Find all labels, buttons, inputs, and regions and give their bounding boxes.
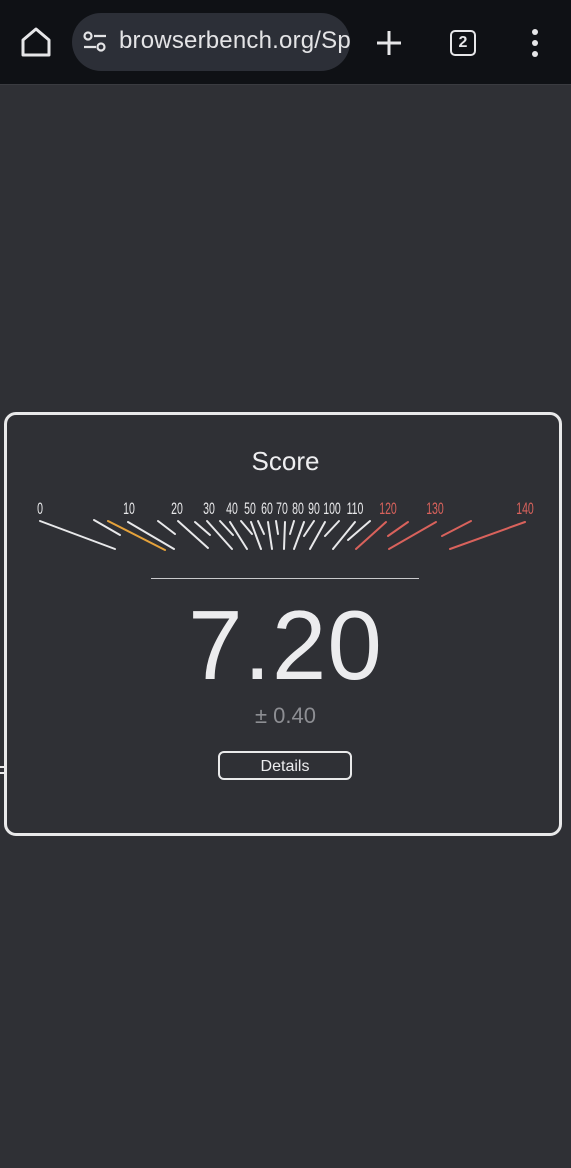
overflow-menu-button[interactable] [522, 24, 548, 62]
gauge-tick [267, 521, 273, 550]
gauge-tick [441, 520, 472, 537]
tune-icon[interactable] [82, 29, 108, 55]
gauge-tick [309, 521, 326, 550]
gauge-needle [107, 520, 166, 551]
gauge-label: 140 [516, 498, 534, 517]
gauge-label: 90 [308, 498, 320, 517]
gauge-tick [387, 521, 409, 537]
gauge-label: 0 [37, 498, 43, 517]
tab-switcher-icon: 2 [450, 30, 476, 56]
gauge-label: 40 [226, 498, 238, 517]
tab-count: 2 [458, 34, 468, 51]
gauge-divider [151, 578, 419, 579]
score-gauge: 0 10 20 30 40 50 60 70 80 90 100 110 120 130 140 [37, 498, 534, 551]
tab-switcher-button[interactable]: 2 [446, 26, 480, 60]
gauge-tick [257, 520, 265, 535]
url-text: browserbench.org/Sp [119, 27, 350, 54]
gauge-tick [93, 519, 121, 536]
gauge-label: 60 [261, 498, 273, 517]
gauge-tick [283, 521, 286, 550]
home-button[interactable] [14, 20, 58, 64]
home-icon [21, 27, 51, 57]
gauge-label: 50 [244, 498, 256, 517]
more-vert-icon [532, 29, 538, 57]
browser-toolbar: browserbench.org/Sp 2 [0, 0, 571, 85]
gauge-tick [355, 521, 387, 550]
gauge-tick [303, 520, 315, 537]
gauge-label: 110 [347, 498, 364, 517]
address-bar[interactable]: browserbench.org/Sp [72, 13, 350, 71]
gauge-label: 120 [379, 498, 397, 517]
score-error-margin: ± 0.40 [254, 703, 316, 728]
gauge-tick [289, 520, 295, 535]
gauge-label: 80 [292, 498, 304, 517]
gauge-tick [177, 520, 209, 549]
gauge-tick [324, 520, 340, 537]
score-value: 7.20 [188, 590, 383, 700]
new-tab-button[interactable] [370, 24, 408, 62]
gauge-label: 130 [426, 498, 444, 517]
gauge-label: 30 [203, 498, 215, 517]
gauge-label: 70 [276, 498, 288, 517]
score-title: Score [251, 446, 320, 476]
gauge-label: 20 [171, 498, 183, 517]
plus-icon [377, 31, 401, 55]
gauge-tick [275, 520, 279, 535]
details-button[interactable]: Details [218, 751, 352, 780]
gauge-tick [347, 520, 371, 541]
panel-edge-marker [0, 766, 6, 774]
gauge-tick [194, 521, 211, 536]
gauge-label: 100 [323, 498, 341, 517]
gauge-tick [157, 520, 176, 535]
gauge-tick [388, 521, 437, 550]
gauge-label: 10 [123, 498, 135, 517]
gauge-tick [293, 521, 305, 550]
